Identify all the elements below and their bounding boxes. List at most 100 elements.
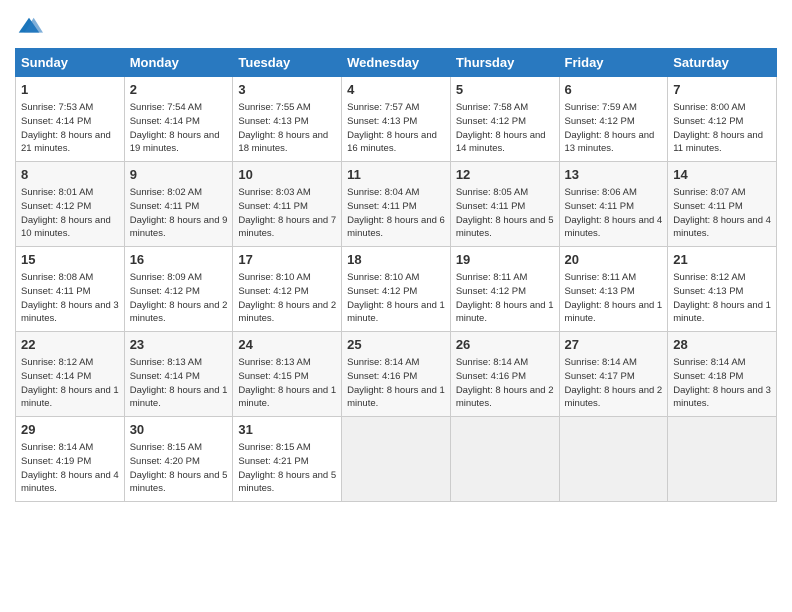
day-info: Sunrise: 8:13 AMSunset: 4:15 PMDaylight:…: [238, 356, 336, 411]
day-info: Sunrise: 8:10 AMSunset: 4:12 PMDaylight:…: [238, 271, 336, 326]
calendar-cell: 16 Sunrise: 8:09 AMSunset: 4:12 PMDayligh…: [124, 247, 233, 332]
calendar-cell: 11 Sunrise: 8:04 AMSunset: 4:11 PMDayligh…: [342, 162, 451, 247]
dow-sunday: Sunday: [16, 49, 125, 77]
day-info: Sunrise: 8:04 AMSunset: 4:11 PMDaylight:…: [347, 186, 445, 241]
calendar-cell: 6Sunrise: 7:59 AMSunset: 4:12 PMDaylight…: [559, 77, 668, 162]
dow-monday: Monday: [124, 49, 233, 77]
day-info: Sunrise: 8:09 AMSunset: 4:12 PMDaylight:…: [130, 271, 228, 326]
day-number: 20: [565, 251, 663, 269]
calendar-cell: 22 Sunrise: 8:12 AMSunset: 4:14 PMDayligh…: [16, 332, 125, 417]
calendar-cell: [668, 417, 777, 502]
calendar-cell: [559, 417, 668, 502]
calendar-cell: 17 Sunrise: 8:10 AMSunset: 4:12 PMDayligh…: [233, 247, 342, 332]
day-info: Sunrise: 8:10 AMSunset: 4:12 PMDaylight:…: [347, 271, 445, 326]
calendar-cell: 12Sunrise: 8:05 AMSunset: 4:11 PMDayligh…: [450, 162, 559, 247]
day-number: 28: [673, 336, 771, 354]
day-number: 2: [130, 81, 228, 99]
day-info: Sunrise: 8:14 AMSunset: 4:16 PMDaylight:…: [347, 356, 445, 411]
day-info: Sunrise: 8:00 AMSunset: 4:12 PMDaylight:…: [673, 101, 771, 156]
day-info: Sunrise: 8:03 AMSunset: 4:11 PMDaylight:…: [238, 186, 336, 241]
day-info: Sunrise: 8:02 AMSunset: 4:11 PMDaylight:…: [130, 186, 228, 241]
calendar-body: 1Sunrise: 7:53 AMSunset: 4:14 PMDaylight…: [16, 77, 777, 502]
calendar-cell: 3 Sunrise: 7:55 AMSunset: 4:13 PMDaylight…: [233, 77, 342, 162]
calendar-cell: 7 Sunrise: 8:00 AMSunset: 4:12 PMDaylight…: [668, 77, 777, 162]
logo-icon: [15, 14, 43, 42]
day-number: 14: [673, 166, 771, 184]
calendar-cell: 30 Sunrise: 8:15 AMSunset: 4:20 PMDayligh…: [124, 417, 233, 502]
day-number: 24: [238, 336, 336, 354]
week-row-4: 22 Sunrise: 8:12 AMSunset: 4:14 PMDayligh…: [16, 332, 777, 417]
day-number: 27: [565, 336, 663, 354]
day-number: 7: [673, 81, 771, 99]
day-number: 21: [673, 251, 771, 269]
day-number: 10: [238, 166, 336, 184]
calendar-cell: 28 Sunrise: 8:14 AMSunset: 4:18 PMDayligh…: [668, 332, 777, 417]
day-number: 25: [347, 336, 445, 354]
calendar-cell: 2 Sunrise: 7:54 AMSunset: 4:14 PMDaylight…: [124, 77, 233, 162]
day-number: 26: [456, 336, 554, 354]
day-info: Sunrise: 7:55 AMSunset: 4:13 PMDaylight:…: [238, 101, 336, 156]
day-info: Sunrise: 8:11 AMSunset: 4:12 PMDaylight:…: [456, 271, 554, 326]
day-info: Sunrise: 8:01 AMSunset: 4:12 PMDaylight:…: [21, 186, 119, 241]
dow-friday: Friday: [559, 49, 668, 77]
day-number: 17: [238, 251, 336, 269]
day-info: Sunrise: 8:07 AMSunset: 4:11 PMDaylight:…: [673, 186, 771, 241]
day-info: Sunrise: 8:14 AMSunset: 4:18 PMDaylight:…: [673, 356, 771, 411]
calendar-cell: [342, 417, 451, 502]
calendar-cell: 20 Sunrise: 8:11 AMSunset: 4:13 PMDayligh…: [559, 247, 668, 332]
calendar-cell: 10 Sunrise: 8:03 AMSunset: 4:11 PMDayligh…: [233, 162, 342, 247]
calendar-cell: 15Sunrise: 8:08 AMSunset: 4:11 PMDayligh…: [16, 247, 125, 332]
day-number: 8: [21, 166, 119, 184]
day-info: Sunrise: 7:58 AMSunset: 4:12 PMDaylight:…: [456, 101, 554, 156]
calendar-cell: 27 Sunrise: 8:14 AMSunset: 4:17 PMDayligh…: [559, 332, 668, 417]
calendar-cell: 21 Sunrise: 8:12 AMSunset: 4:13 PMDayligh…: [668, 247, 777, 332]
day-number: 29: [21, 421, 119, 439]
day-info: Sunrise: 8:11 AMSunset: 4:13 PMDaylight:…: [565, 271, 663, 326]
calendar-cell: [450, 417, 559, 502]
day-number: 18: [347, 251, 445, 269]
day-number: 11: [347, 166, 445, 184]
calendar-cell: 25 Sunrise: 8:14 AMSunset: 4:16 PMDayligh…: [342, 332, 451, 417]
day-info: Sunrise: 8:15 AMSunset: 4:20 PMDaylight:…: [130, 441, 228, 496]
dow-saturday: Saturday: [668, 49, 777, 77]
calendar-cell: 23Sunrise: 8:13 AMSunset: 4:14 PMDayligh…: [124, 332, 233, 417]
day-number: 30: [130, 421, 228, 439]
logo: [15, 14, 47, 42]
dow-tuesday: Tuesday: [233, 49, 342, 77]
calendar-cell: 13 Sunrise: 8:06 AMSunset: 4:11 PMDayligh…: [559, 162, 668, 247]
calendar-table: SundayMondayTuesdayWednesdayThursdayFrid…: [15, 48, 777, 502]
calendar-cell: 18 Sunrise: 8:10 AMSunset: 4:12 PMDayligh…: [342, 247, 451, 332]
day-info: Sunrise: 7:54 AMSunset: 4:14 PMDaylight:…: [130, 101, 228, 156]
day-number: 3: [238, 81, 336, 99]
day-number: 22: [21, 336, 119, 354]
calendar-cell: 1Sunrise: 7:53 AMSunset: 4:14 PMDaylight…: [16, 77, 125, 162]
day-info: Sunrise: 7:59 AMSunset: 4:12 PMDaylight:…: [565, 101, 663, 156]
day-number: 5: [456, 81, 554, 99]
day-info: Sunrise: 8:14 AMSunset: 4:16 PMDaylight:…: [456, 356, 554, 411]
day-info: Sunrise: 8:12 AMSunset: 4:14 PMDaylight:…: [21, 356, 119, 411]
day-number: 16: [130, 251, 228, 269]
calendar-cell: 24 Sunrise: 8:13 AMSunset: 4:15 PMDayligh…: [233, 332, 342, 417]
calendar-cell: 9Sunrise: 8:02 AMSunset: 4:11 PMDaylight…: [124, 162, 233, 247]
dow-thursday: Thursday: [450, 49, 559, 77]
week-row-5: 29 Sunrise: 8:14 AMSunset: 4:19 PMDayligh…: [16, 417, 777, 502]
day-info: Sunrise: 8:14 AMSunset: 4:19 PMDaylight:…: [21, 441, 119, 496]
calendar-cell: 5 Sunrise: 7:58 AMSunset: 4:12 PMDaylight…: [450, 77, 559, 162]
day-number: 13: [565, 166, 663, 184]
day-info: Sunrise: 8:12 AMSunset: 4:13 PMDaylight:…: [673, 271, 771, 326]
calendar-cell: 4Sunrise: 7:57 AMSunset: 4:13 PMDaylight…: [342, 77, 451, 162]
day-info: Sunrise: 7:53 AMSunset: 4:14 PMDaylight:…: [21, 101, 119, 156]
day-of-week-header-row: SundayMondayTuesdayWednesdayThursdayFrid…: [16, 49, 777, 77]
day-number: 31: [238, 421, 336, 439]
day-info: Sunrise: 8:06 AMSunset: 4:11 PMDaylight:…: [565, 186, 663, 241]
calendar-cell: 8 Sunrise: 8:01 AMSunset: 4:12 PMDaylight…: [16, 162, 125, 247]
week-row-1: 1Sunrise: 7:53 AMSunset: 4:14 PMDaylight…: [16, 77, 777, 162]
calendar-cell: 14 Sunrise: 8:07 AMSunset: 4:11 PMDayligh…: [668, 162, 777, 247]
day-info: Sunrise: 8:14 AMSunset: 4:17 PMDaylight:…: [565, 356, 663, 411]
day-number: 4: [347, 81, 445, 99]
day-number: 23: [130, 336, 228, 354]
calendar-cell: 26 Sunrise: 8:14 AMSunset: 4:16 PMDayligh…: [450, 332, 559, 417]
page-header: [15, 10, 777, 42]
day-info: Sunrise: 8:08 AMSunset: 4:11 PMDaylight:…: [21, 271, 119, 326]
day-number: 12: [456, 166, 554, 184]
